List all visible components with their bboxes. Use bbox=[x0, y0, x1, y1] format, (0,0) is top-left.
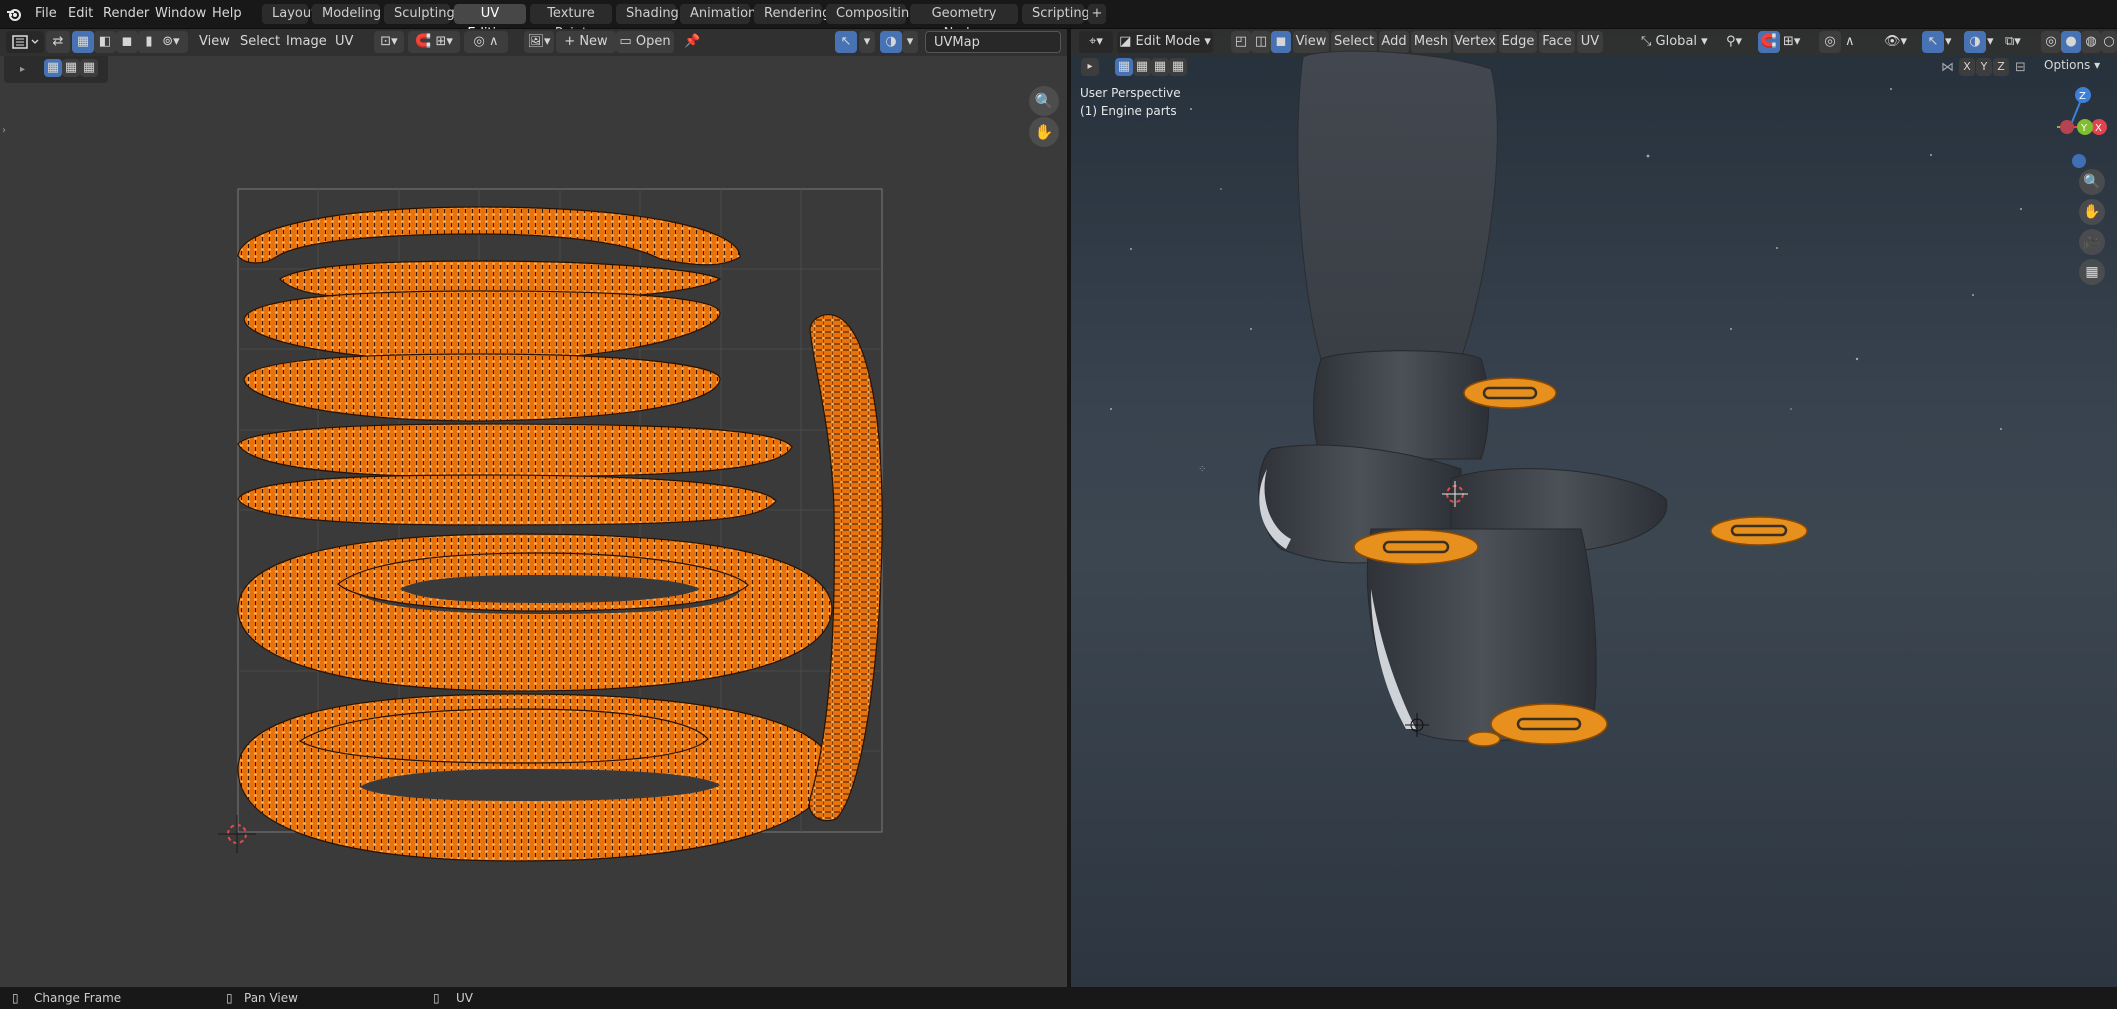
engine-parts-mesh[interactable]: ⁘ bbox=[1071, 29, 2117, 987]
tab-uv-editing[interactable]: UV Editing bbox=[454, 4, 526, 41]
tab-animation[interactable]: Animation bbox=[680, 4, 756, 24]
menu-file[interactable]: File bbox=[35, 4, 57, 24]
mouse-middle-icon: ▯ bbox=[226, 991, 233, 1005]
tab-compositing[interactable]: Compositing bbox=[826, 4, 918, 24]
add-workspace-button[interactable]: + bbox=[1088, 4, 1106, 24]
mouse-left-icon: ▯ bbox=[12, 991, 19, 1005]
tab-texture-paint[interactable]: Texture Paint bbox=[530, 4, 612, 41]
tab-layout[interactable]: Layout bbox=[262, 4, 316, 24]
status-change-frame: Change Frame bbox=[34, 991, 122, 1005]
uv-editor-area[interactable]: ⇄ ▦ ◧ ◼ ▮ ⊚▾ View Select Image UV ⊡▾ 🧲 ⊞… bbox=[0, 29, 1067, 987]
3d-viewport-area[interactable]: ⌖▾ ◪ Edit Mode ▾ ◰ ◫ ◼ View Select Add M… bbox=[1071, 29, 2117, 987]
menu-edit[interactable]: Edit bbox=[68, 4, 93, 24]
object-origin-marker: ⁘ bbox=[1198, 464, 1206, 475]
tab-scripting[interactable]: Scripting bbox=[1022, 4, 1090, 24]
cursor-icon[interactable] bbox=[218, 815, 256, 853]
top-menu-bar: File Edit Render Window Help Layout Mode… bbox=[0, 0, 2117, 41]
tab-geometry-nodes[interactable]: Geometry Nodes bbox=[910, 4, 1018, 41]
mouse-right-icon: ▯ bbox=[433, 991, 440, 1005]
menu-help[interactable]: Help bbox=[212, 4, 242, 24]
menu-render[interactable]: Render bbox=[103, 4, 149, 24]
uv-islands[interactable] bbox=[237, 206, 883, 862]
tab-rendering[interactable]: Rendering bbox=[754, 4, 830, 24]
tab-shading[interactable]: Shading bbox=[616, 4, 679, 24]
blender-logo-icon[interactable] bbox=[6, 6, 22, 22]
tab-sculpting[interactable]: Sculpting bbox=[384, 4, 455, 24]
status-uv: UV bbox=[456, 991, 473, 1005]
status-pan-view: Pan View bbox=[244, 991, 298, 1005]
uv-canvas[interactable] bbox=[0, 29, 1067, 987]
tab-modeling[interactable]: Modeling bbox=[312, 4, 381, 24]
status-bar: ▯ Change Frame ▯ Pan View ▯ UV bbox=[0, 987, 2117, 1009]
menu-window[interactable]: Window bbox=[155, 4, 206, 24]
